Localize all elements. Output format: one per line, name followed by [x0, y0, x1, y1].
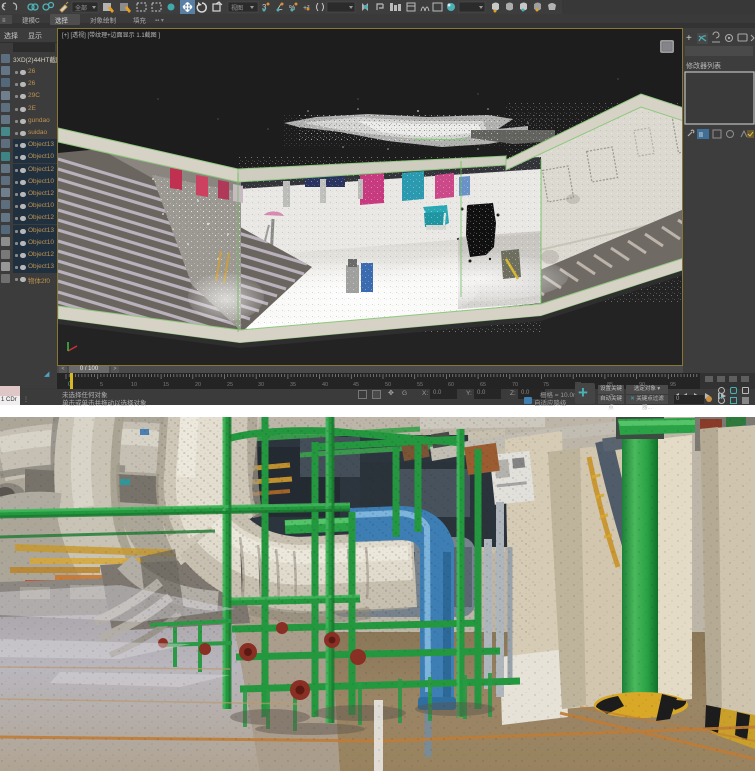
svg-text:30: 30 — [258, 382, 264, 388]
svg-text:▪▪ ▾: ▪▪ ▾ — [155, 18, 164, 24]
svg-text:50: 50 — [385, 382, 391, 388]
svg-text:70: 70 — [512, 382, 518, 388]
svg-text:25: 25 — [227, 382, 233, 388]
svg-text:填充: 填充 — [133, 16, 147, 25]
svg-text:45: 45 — [353, 382, 359, 388]
svg-text:20: 20 — [195, 382, 201, 388]
svg-text:[+] [透视] [带纹理+边面显示 1.1截图 ]: [+] [透视] [带纹理+边面显示 1.1截图 ] — [62, 31, 160, 39]
svg-text:+²: +² — [303, 5, 310, 12]
svg-text:10: 10 — [131, 382, 137, 388]
svg-text:40: 40 — [322, 382, 328, 388]
svg-text:修改器列表: 修改器列表 — [686, 61, 721, 70]
svg-text:对象绘制: 对象绘制 — [90, 16, 117, 25]
svg-text:15: 15 — [163, 382, 169, 388]
svg-text:选择: 选择 — [55, 16, 69, 25]
svg-text:II: II — [699, 132, 703, 139]
svg-text:≡: ≡ — [2, 18, 6, 24]
svg-text:75: 75 — [543, 382, 549, 388]
svg-text:60: 60 — [448, 382, 454, 388]
svg-text:视图: 视图 — [231, 4, 243, 12]
svg-text:55: 55 — [417, 382, 423, 388]
svg-text:建模C: 建模C — [22, 16, 40, 25]
svg-text:5: 5 — [100, 382, 103, 388]
svg-text:65: 65 — [480, 382, 486, 388]
svg-text:+: + — [686, 33, 692, 44]
svg-text:全部: 全部 — [75, 4, 87, 12]
svg-text:35: 35 — [290, 382, 296, 388]
